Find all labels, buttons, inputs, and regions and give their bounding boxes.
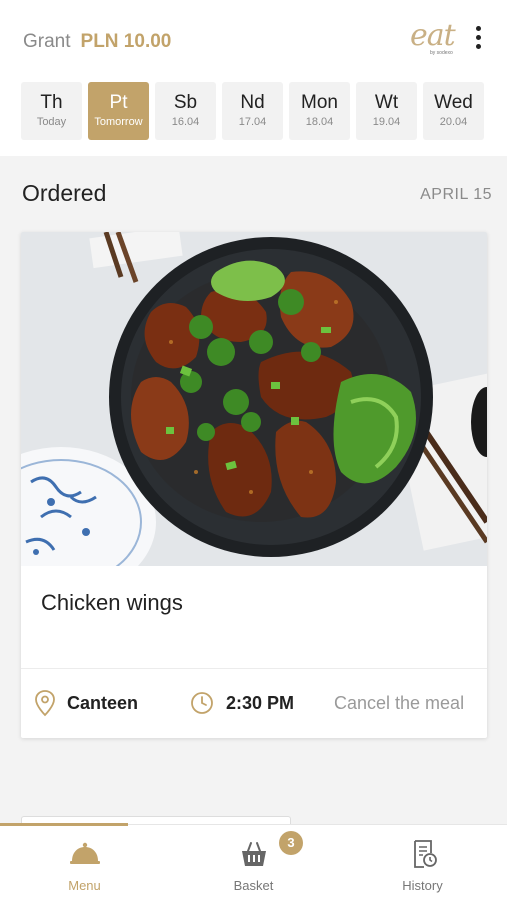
tab-label: Menu: [68, 878, 101, 893]
tab-menu[interactable]: Menu: [0, 825, 169, 900]
bottom-tab-bar: Menu Basket History: [0, 823, 507, 900]
meal-details-row: Canteen 2:30 PM Cancel the meal: [21, 669, 487, 738]
day-tab-saturday[interactable]: Sb 16.04: [155, 82, 216, 140]
basket-count-badge: 3: [279, 831, 303, 855]
day-date: Tomorrow: [94, 116, 143, 128]
day-selector: Th Today Pt Tomorrow Sb 16.04 Nd 17.04 Mon 18…: [21, 82, 484, 140]
basket-icon: [241, 842, 266, 866]
day-date: 18.04: [305, 116, 334, 128]
day-date: 17.04: [238, 116, 267, 128]
cancel-meal-button[interactable]: Cancel the meal: [334, 693, 464, 714]
section-date: APRIL 15: [420, 186, 492, 203]
day-name: Nd: [240, 92, 265, 113]
day-tab-thursday[interactable]: Th Today: [21, 82, 82, 140]
app-header: Grant PLN 10.00 eat by sodexo Th Today Pt T…: [0, 0, 507, 156]
clock-icon: [191, 692, 213, 714]
day-date: Today: [36, 116, 67, 128]
pickup-location: Canteen: [67, 693, 139, 713]
day-date: 19.04: [372, 116, 401, 128]
tab-label: Basket: [233, 878, 274, 893]
eat-logo: eat by sodexo: [410, 18, 460, 62]
day-date: 16.04: [171, 116, 200, 128]
day-name: Mon: [301, 92, 338, 113]
day-tab-sunday[interactable]: Nd 17.04: [222, 82, 283, 140]
day-tab-friday[interactable]: Pt Tomorrow: [88, 82, 149, 140]
grant-amount: PLN 10.00: [80, 31, 172, 52]
tab-label: History: [402, 878, 443, 893]
day-date: 20.04: [439, 116, 468, 128]
grant-balance: Grant PLN 10.00: [23, 31, 171, 53]
pickup-time: 2:30 PM: [226, 693, 295, 713]
logo-sub: by sodexo: [430, 50, 453, 56]
day-name: Sb: [173, 92, 198, 113]
cloche-icon: [69, 842, 100, 864]
kebab-menu-icon[interactable]: [466, 26, 490, 54]
day-name: Pt: [109, 92, 128, 113]
tab-history[interactable]: History: [338, 825, 507, 900]
section-title: Ordered: [22, 180, 107, 206]
day-tab-wednesday[interactable]: Wed 20.04: [423, 82, 484, 140]
logo-text: eat: [410, 18, 456, 53]
meal-name: Chicken wings: [41, 590, 183, 615]
day-tab-monday[interactable]: Mon 18.04: [289, 82, 350, 140]
day-tab-tuesday[interactable]: Wt 19.04: [356, 82, 417, 140]
day-name: Th: [40, 92, 63, 113]
location-pin-icon: [35, 690, 55, 717]
day-name: Wed: [434, 92, 473, 113]
day-name: Wt: [374, 92, 399, 113]
grant-label: Grant: [23, 31, 71, 52]
chicken-wings-photo: [21, 232, 487, 566]
receipt-history-icon: [413, 840, 437, 868]
ordered-meal-card[interactable]: Chicken wings Canteen 2:30 PM Cancel the…: [21, 232, 487, 738]
tab-basket[interactable]: Basket: [169, 825, 338, 900]
